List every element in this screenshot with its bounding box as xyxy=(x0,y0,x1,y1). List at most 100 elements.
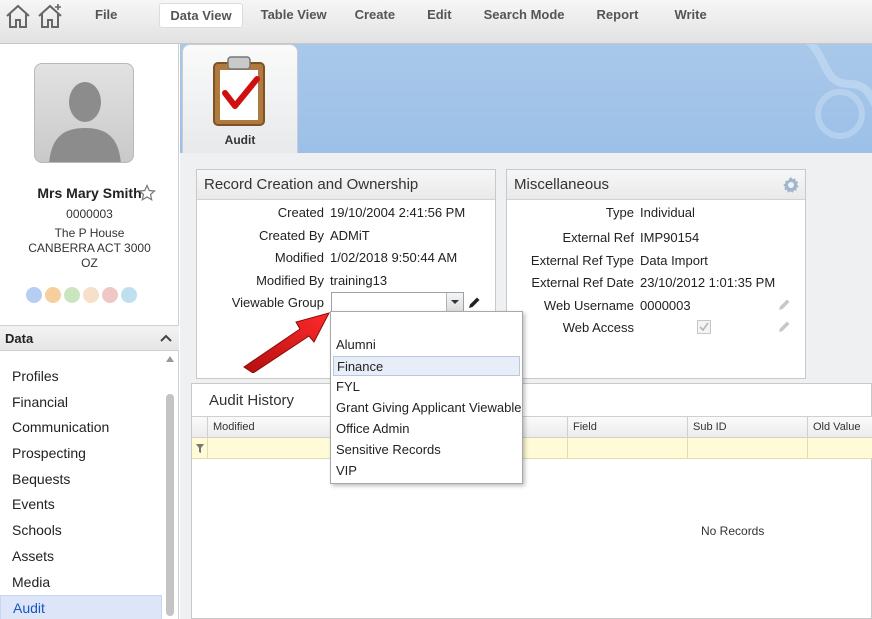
pencil-icon[interactable] xyxy=(777,320,791,334)
field-label: External Ref Type xyxy=(530,253,634,268)
profile-id: 0000003 xyxy=(66,207,113,221)
add-home-icon[interactable] xyxy=(36,2,64,30)
field-label: Viewable Group xyxy=(231,295,324,310)
dropdown-option-grant-giving[interactable]: Grant Giving Applicant Viewable xyxy=(333,398,521,418)
field-created-by: Created By ADMiT xyxy=(197,228,495,246)
profile-country: OZ xyxy=(81,256,98,270)
dropdown-option-office-admin[interactable]: Office Admin xyxy=(333,419,520,439)
dropdown-caret-icon[interactable] xyxy=(446,293,463,311)
filter-icon[interactable] xyxy=(196,444,204,453)
tab-audit[interactable]: Audit xyxy=(182,44,298,155)
sidebar-nav: Profiles Financial Communication Prospec… xyxy=(0,364,162,619)
column-field[interactable]: Field xyxy=(567,417,687,437)
profile-address-2: CANBERRA ACT 3000 xyxy=(28,241,151,255)
viewable-group-dropdown: Alumni Finance FYL Grant Giving Applican… xyxy=(330,311,523,484)
main-menu: File Data View Table View Create Edit Se… xyxy=(78,3,719,28)
avatar xyxy=(34,63,134,163)
badge-icon xyxy=(121,287,137,303)
field-label: Web Username xyxy=(543,298,634,313)
dropdown-option-blank[interactable] xyxy=(333,314,520,334)
dropdown-option-sensitive-records[interactable]: Sensitive Records xyxy=(333,440,520,460)
sidebar-item-assets[interactable]: Assets xyxy=(0,544,162,570)
field-value: Data Import xyxy=(640,253,708,268)
badge-icon xyxy=(64,287,80,303)
field-value: Individual xyxy=(640,205,695,220)
field-created: Created 19/10/2004 2:41:56 PM xyxy=(197,205,495,223)
field-web-access: Web Access xyxy=(507,320,805,338)
record-creation-title: Record Creation and Ownership xyxy=(197,170,495,200)
dropdown-option-alumni[interactable]: Alumni xyxy=(333,335,520,355)
misc-title: Miscellaneous xyxy=(514,176,610,193)
sidebar-scrollbar[interactable] xyxy=(164,356,176,619)
column-modified[interactable]: Modified xyxy=(207,417,332,437)
field-modified: Modified 1/02/2018 9:50:44 AM xyxy=(197,250,495,268)
field-external-ref: External Ref IMP90154 xyxy=(507,230,805,248)
field-label: Modified By xyxy=(256,273,324,288)
sidebar-item-communication[interactable]: Communication xyxy=(0,415,162,441)
sidebar-item-financial[interactable]: Financial xyxy=(0,390,162,416)
menu-edit[interactable]: Edit xyxy=(417,3,462,28)
person-silhouette-icon xyxy=(49,82,121,162)
sidebar-item-events[interactable]: Events xyxy=(0,492,162,518)
field-web-username: Web Username 0000003 xyxy=(507,298,805,316)
clipboard-check-icon xyxy=(213,56,265,126)
menu-search-mode[interactable]: Search Mode xyxy=(474,3,575,28)
sidebar-item-bequests[interactable]: Bequests xyxy=(0,467,162,493)
field-external-ref-type: External Ref Type Data Import xyxy=(507,253,805,271)
top-menu-bar: File Data View Table View Create Edit Se… xyxy=(0,0,872,44)
red-arrow-annotation xyxy=(243,312,330,373)
field-label: External Ref xyxy=(562,230,634,245)
gear-icon[interactable] xyxy=(782,176,800,194)
menu-data-view[interactable]: Data View xyxy=(159,3,243,28)
field-label: Type xyxy=(605,205,634,220)
field-label: Web Access xyxy=(562,320,634,335)
badge-icon xyxy=(45,287,61,303)
left-panel: Mrs Mary Smith 0000003 The P House CANBE… xyxy=(0,44,179,619)
audit-history-title: Audit History xyxy=(209,392,295,409)
tab-audit-label: Audit xyxy=(224,133,256,147)
chevron-up-icon[interactable] xyxy=(160,333,172,343)
dropdown-option-fyl[interactable]: FYL xyxy=(333,377,520,397)
dropdown-option-finance[interactable]: Finance xyxy=(333,356,520,376)
field-value: ADMiT xyxy=(330,228,370,243)
misc-header: Miscellaneous xyxy=(507,170,805,200)
dropdown-option-vip[interactable]: VIP xyxy=(333,461,520,481)
menu-table-view[interactable]: Table View xyxy=(251,3,337,28)
home-icon[interactable] xyxy=(4,2,32,30)
pencil-icon[interactable] xyxy=(777,298,791,312)
field-type: Type Individual xyxy=(507,205,805,223)
badge-icon xyxy=(26,287,42,303)
menu-file[interactable]: File xyxy=(85,3,127,28)
field-modified-by: Modified By training13 xyxy=(197,273,495,291)
data-section-title: Data xyxy=(5,331,34,346)
sidebar-item-audit[interactable]: Audit xyxy=(0,595,162,619)
scrollbar-thumb[interactable] xyxy=(166,394,174,616)
badge-icon xyxy=(102,287,118,303)
field-label: Created By xyxy=(258,228,324,243)
field-external-ref-date: External Ref Date 23/10/2012 1:01:35 PM xyxy=(507,275,805,293)
menu-write[interactable]: Write xyxy=(664,3,716,28)
menu-report[interactable]: Report xyxy=(587,3,649,28)
sidebar-item-schools[interactable]: Schools xyxy=(0,518,162,544)
field-value: 19/10/2004 2:41:56 PM xyxy=(330,205,465,220)
field-value: 1/02/2018 9:50:44 AM xyxy=(330,250,458,265)
sidebar-item-profiles[interactable]: Profiles xyxy=(0,364,162,390)
profile-badges xyxy=(26,287,146,305)
pencil-icon[interactable] xyxy=(467,296,481,310)
scroll-up-icon[interactable] xyxy=(166,356,174,362)
column-sub-id[interactable]: Sub ID xyxy=(687,417,807,437)
profile-name: Mrs Mary Smith xyxy=(37,185,142,201)
audit-filter-row[interactable] xyxy=(192,438,872,459)
sidebar-item-media[interactable]: Media xyxy=(0,570,162,596)
no-records-text: No Records xyxy=(701,524,765,538)
badge-icon xyxy=(83,287,99,303)
star-icon[interactable] xyxy=(138,184,156,202)
web-access-checkbox[interactable] xyxy=(697,320,711,334)
menu-create[interactable]: Create xyxy=(345,3,405,28)
sidebar-item-prospecting[interactable]: Prospecting xyxy=(0,441,162,467)
column-old-value[interactable]: Old Value xyxy=(807,417,872,437)
audit-history-panel: Audit History Modified Field Sub ID Old … xyxy=(191,383,872,619)
miscellaneous-panel: Miscellaneous Type Individual External R… xyxy=(506,169,806,379)
data-section-header[interactable]: Data xyxy=(0,325,179,351)
viewable-group-select[interactable] xyxy=(331,292,464,312)
